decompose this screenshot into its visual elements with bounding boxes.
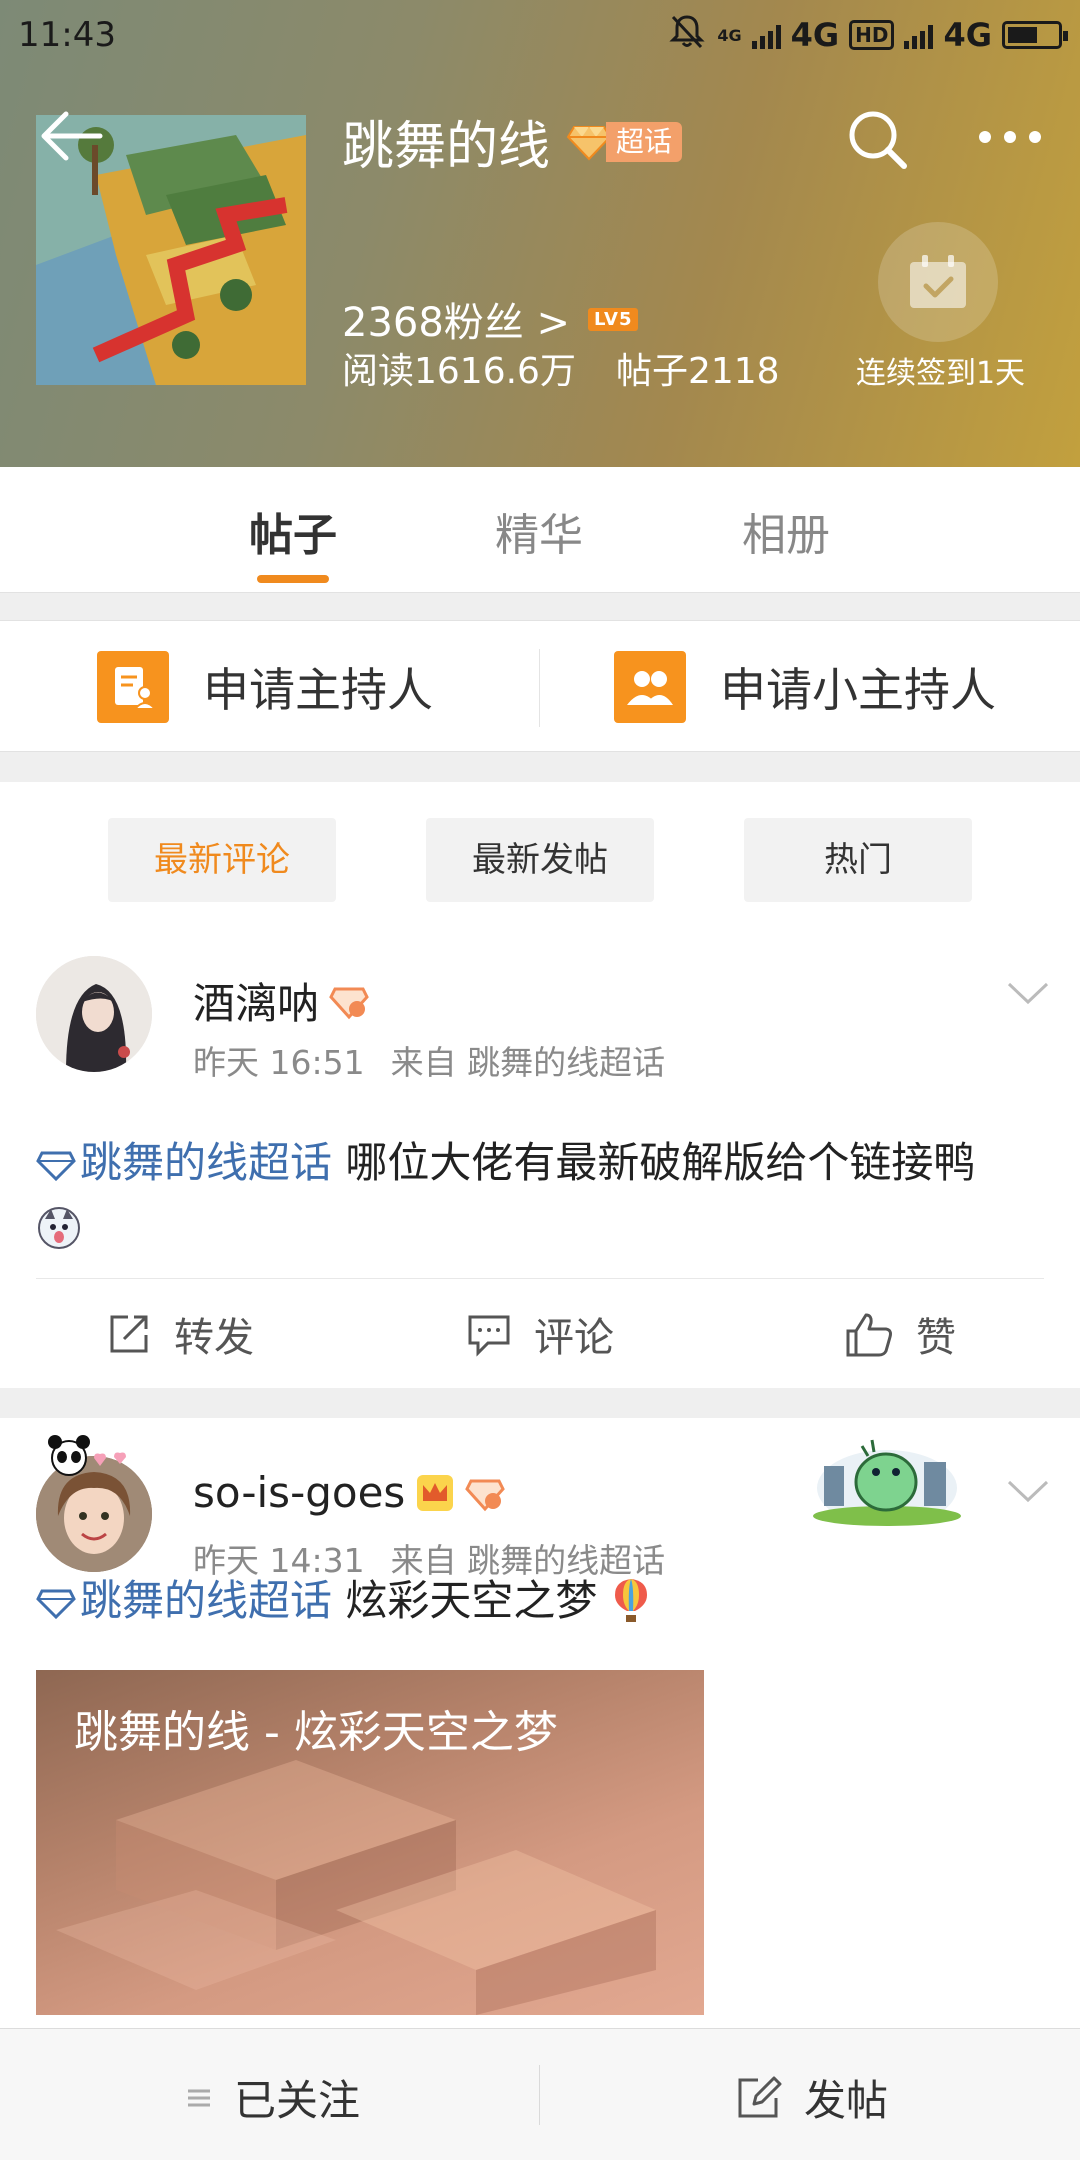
username-row: 酒漓呐: [193, 970, 369, 1031]
comment-label: 评论: [534, 1315, 614, 1361]
group-icon: [614, 651, 686, 723]
edit-icon: [738, 2076, 782, 2117]
network-label-1: 4G: [790, 16, 840, 54]
like-button[interactable]: 赞: [844, 1305, 956, 1363]
username-row: so-is-goes: [193, 1468, 506, 1517]
repost-label: 转发: [174, 1315, 254, 1361]
tab-posts[interactable]: 帖子: [213, 499, 373, 563]
checkin-button[interactable]: [878, 222, 998, 342]
post-card[interactable]: 酒漓呐 昨天 16:51 来自 跳舞的线超话 跳舞的线超话 哪位大佬有最新破解版…: [0, 932, 1080, 1249]
topic-tabs: 帖子 精华 相册: [0, 467, 1080, 593]
sort-latest-post[interactable]: 最新发帖: [426, 818, 654, 902]
topic-link[interactable]: 跳舞的线超话: [36, 1138, 332, 1187]
battery-icon: [1002, 21, 1068, 49]
topic-title-row: 跳舞的线 超话: [342, 104, 683, 179]
post-content[interactable]: 跳舞的线超话 哪位大佬有最新破解版给个链接鸭: [36, 1132, 1046, 1256]
panda-decoration-icon: [48, 1435, 90, 1476]
chevron-down-icon[interactable]: [1005, 978, 1051, 1008]
fans-count[interactable]: 2368粉丝 >: [342, 290, 570, 348]
super-fan-badge-icon: [465, 1479, 506, 1511]
signal-icon: [751, 21, 781, 49]
post-count: 帖子2118: [615, 351, 780, 392]
separator: [0, 1388, 1080, 1418]
mute-bell-icon: [667, 11, 707, 59]
husky-emoji-icon: [38, 1206, 80, 1249]
comment-button[interactable]: 评论: [466, 1305, 614, 1363]
like-label: 赞: [916, 1315, 956, 1361]
calendar-check-icon: [910, 255, 966, 308]
more-options-button[interactable]: [975, 128, 1045, 150]
status-bar: 11:43 4G 4G HD 4G: [0, 0, 1080, 70]
post-meta: 昨天 16:51 来自 跳舞的线超话: [193, 1036, 665, 1084]
checkin-label: 连续签到1天: [855, 356, 1026, 391]
tab-featured[interactable]: 精华: [459, 499, 619, 563]
new-post-button[interactable]: 发帖: [734, 2067, 888, 2128]
topic-link[interactable]: 跳舞的线超话: [36, 1576, 332, 1625]
crown-badge-icon: [417, 1474, 454, 1511]
followed-button[interactable]: 已关注: [186, 2067, 360, 2128]
post-source[interactable]: 来自 跳舞的线超话: [391, 1036, 666, 1084]
username[interactable]: 酒漓呐: [193, 970, 319, 1031]
bottom-action-bar: 已关注 发帖: [0, 2028, 1080, 2160]
username[interactable]: so-is-goes: [193, 1468, 405, 1517]
apply-mini-host-label: 申请小主持人: [720, 663, 996, 717]
tab-album[interactable]: 相册: [706, 499, 866, 563]
apply-mini-host-button[interactable]: 申请小主持人: [614, 651, 996, 723]
sort-latest-comment[interactable]: 最新评论: [108, 818, 336, 902]
super-topic-badge: 超话: [566, 121, 683, 163]
video-title: 跳舞的线 - 炫彩天空之梦: [74, 1707, 558, 1758]
post-content[interactable]: 跳舞的线超话 炫彩天空之梦: [36, 1570, 1046, 1632]
repost-button[interactable]: 转发: [106, 1305, 254, 1363]
share-icon: [110, 1315, 148, 1353]
network-label-2: 4G: [943, 16, 992, 54]
divider: [539, 649, 540, 727]
fans-row[interactable]: 2368粉丝 > LV5: [342, 290, 639, 348]
host-apply-bar: 申请主持人 申请小主持人: [0, 620, 1080, 752]
topic-title: 跳舞的线: [342, 117, 551, 177]
topic-stats: 阅读1616.6万 帖子2118: [342, 342, 780, 394]
status-time: 11:43: [18, 15, 116, 55]
hearts-decoration-icon: [94, 1452, 126, 1466]
document-user-icon: [97, 651, 169, 723]
super-fan-badge-icon: [329, 987, 369, 1019]
menu-lines-icon: [188, 2089, 210, 2106]
video-thumbnail[interactable]: 跳舞的线 - 炫彩天空之梦: [36, 1670, 704, 2015]
active-tab-indicator: [257, 575, 329, 583]
comment-icon: [468, 1315, 510, 1357]
post-actions: 转发 评论 赞: [36, 1278, 1044, 1388]
avatar[interactable]: [36, 956, 152, 1072]
followed-label: 已关注: [234, 2076, 361, 2125]
diamond-icon: [36, 1151, 76, 1181]
signal-icon-2: [904, 21, 934, 49]
hot-air-balloon-icon: [614, 1579, 647, 1622]
post-time: 昨天 16:51: [193, 1043, 365, 1082]
post-feed: 最新评论 最新发帖 热门 酒漓呐 昨天 16:51 来自 跳舞的线超话 跳舞的线…: [0, 782, 1080, 2030]
status-icons: 4G 4G HD 4G: [667, 11, 1068, 59]
new-post-label: 发帖: [804, 2076, 889, 2125]
topic-header: 11:43 4G 4G HD 4G 跳舞的线 超话 2368粉丝 > LV5 阅…: [0, 0, 1080, 467]
back-button[interactable]: [36, 106, 106, 166]
apply-host-button[interactable]: 申请主持人: [97, 651, 433, 723]
post-text: 哪位大佬有最新破解版给个链接鸭: [332, 1138, 976, 1187]
small-4g-label: 4G: [717, 25, 742, 45]
super-topic-label: 超话: [606, 121, 683, 162]
chevron-down-icon[interactable]: [1005, 1476, 1051, 1506]
divider: [539, 2065, 540, 2125]
apply-host-label: 申请主持人: [203, 663, 433, 717]
search-icon: [849, 111, 907, 169]
dinosaur-sticker-icon: [813, 1439, 961, 1526]
sort-hot[interactable]: 热门: [744, 818, 972, 902]
thumbs-up-icon: [846, 1313, 892, 1357]
diamond-icon: [36, 1589, 76, 1619]
level-badge: LV5: [588, 307, 639, 331]
post-card[interactable]: so-is-goes 昨天 14:31 来自 跳舞的线超话 跳舞的线超话 炫彩天…: [0, 1418, 1080, 2030]
post-text: 炫彩天空之梦: [332, 1576, 598, 1625]
hd-label: HD: [849, 20, 895, 50]
search-button[interactable]: [846, 108, 910, 172]
read-count: 阅读1616.6万: [342, 351, 576, 392]
